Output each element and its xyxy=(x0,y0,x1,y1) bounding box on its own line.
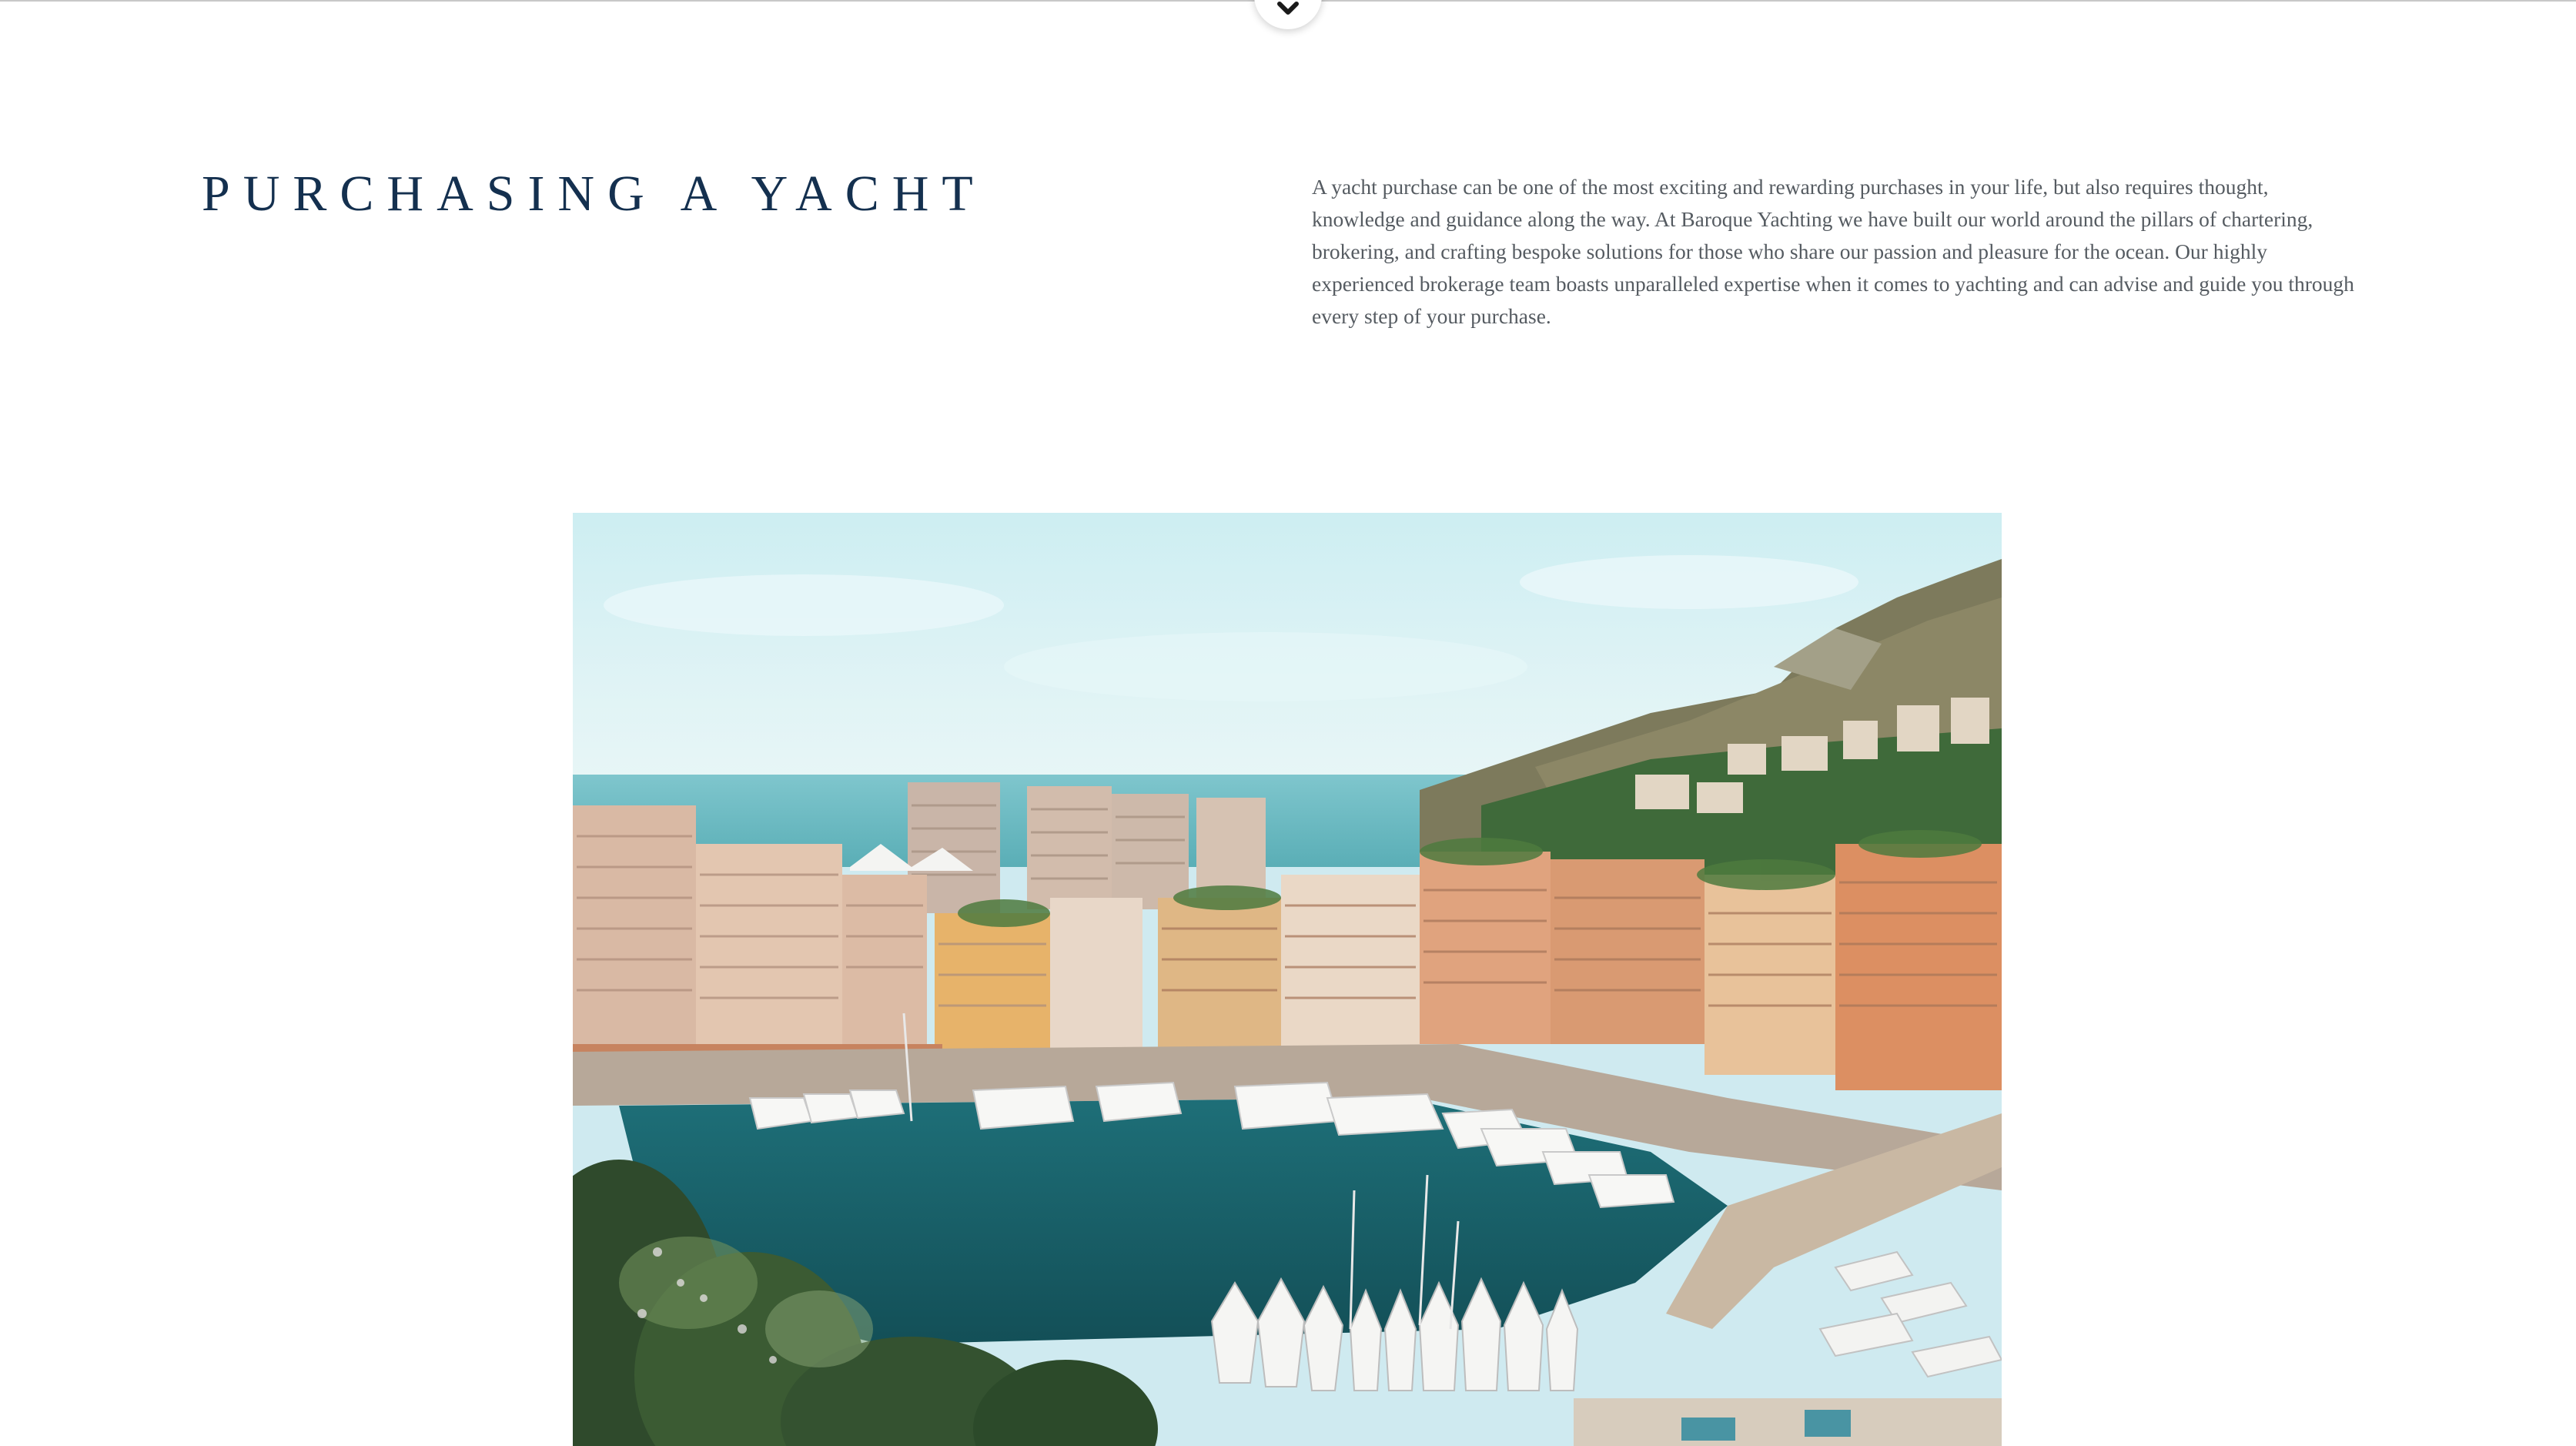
scroll-down-button[interactable] xyxy=(1254,0,1322,29)
section-intro-text: A yacht purchase can be one of the most … xyxy=(1312,175,2354,328)
harbor-photo xyxy=(573,513,2002,1446)
page: PURCHASING A YACHT A yacht purchase can … xyxy=(0,0,2576,1446)
chevron-down-icon xyxy=(1277,2,1299,15)
section-title: PURCHASING A YACHT xyxy=(202,166,986,222)
